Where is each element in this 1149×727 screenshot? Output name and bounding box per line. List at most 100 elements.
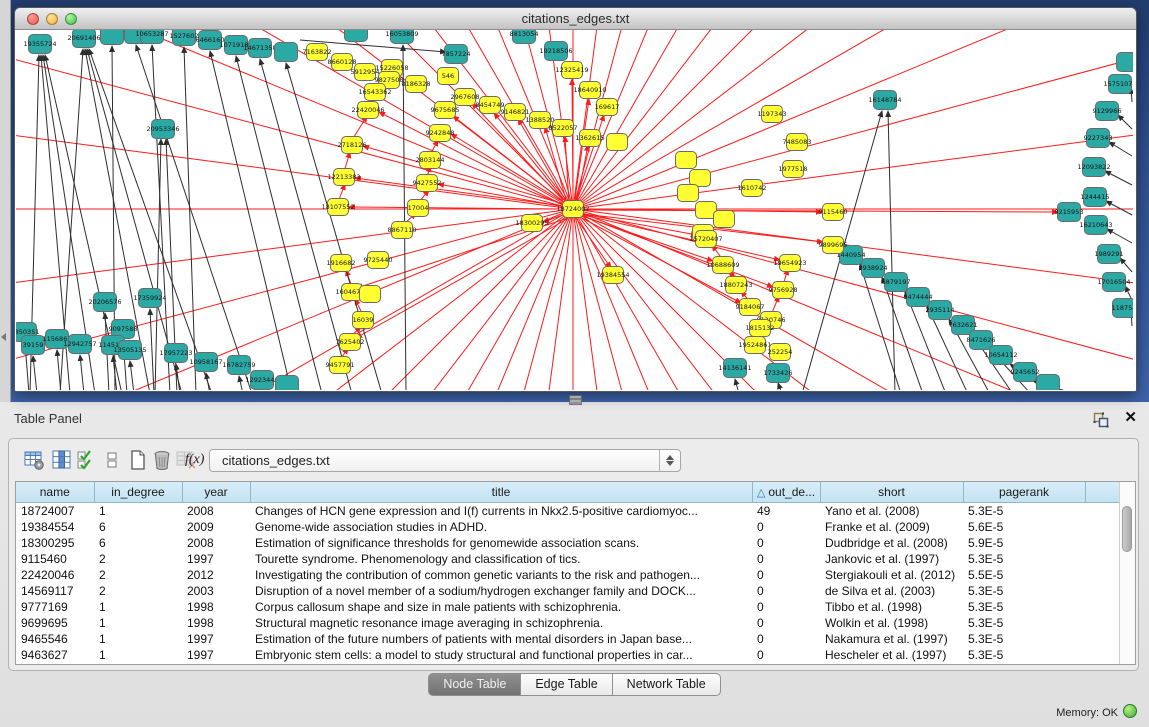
network-node[interactable]: 19218506	[539, 42, 572, 61]
network-node[interactable]: 17004	[408, 200, 429, 217]
column-header-name[interactable]: name	[16, 482, 94, 502]
table-cell[interactable]	[1085, 583, 1120, 599]
network-node[interactable]: 18807243	[719, 277, 752, 294]
network-node[interactable]	[101, 30, 124, 45]
table-row[interactable]: 946554611997Estimation of the future num…	[16, 631, 1120, 647]
network-node[interactable]: 22420046	[351, 102, 384, 119]
network-node[interactable]: 2803144	[416, 152, 445, 169]
network-node[interactable]: 1733426	[764, 364, 793, 383]
network-node[interactable]: 8938924	[859, 259, 888, 278]
table-cell[interactable]: 0	[752, 631, 820, 647]
network-node[interactable]: 10688609	[706, 257, 739, 274]
table-cell[interactable]: 1997	[182, 647, 250, 663]
table-cell[interactable]: Stergiakouli et al. (2012)	[820, 567, 963, 583]
window-title-bar[interactable]: citations_edges.txt	[15, 8, 1136, 30]
column-header-pagerank[interactable]: pagerank	[963, 482, 1085, 502]
network-node[interactable]: 9242848	[426, 125, 455, 142]
column-header-year[interactable]: year	[182, 482, 250, 502]
network-node[interactable]: 10958167	[189, 353, 222, 372]
table-cell[interactable]: Franke et al. (2009)	[820, 519, 963, 535]
table-cell[interactable]: 1	[94, 502, 182, 519]
table-row[interactable]: 969969511998Structural magnetic resonanc…	[16, 615, 1120, 631]
table-cell[interactable]: Dudbridge et al. (2008)	[820, 535, 963, 551]
network-node[interactable]: 10654112	[984, 346, 1017, 365]
table-cell[interactable]	[1085, 647, 1120, 663]
network-node[interactable]: 20691406	[67, 30, 100, 48]
table-cell[interactable]: 2009	[182, 519, 250, 535]
table-cell[interactable]: 1998	[182, 615, 250, 631]
table-cell[interactable]: 0	[752, 551, 820, 567]
network-node[interactable]: 8867110	[388, 222, 417, 239]
table-cell[interactable]: 18300295	[16, 535, 94, 551]
table-cell[interactable]	[1085, 567, 1120, 583]
network-node[interactable]: 1527602	[170, 30, 199, 46]
network-node[interactable]: 9725440	[364, 252, 393, 269]
table-cell[interactable]: 49	[752, 502, 820, 519]
network-node[interactable]: 17359924	[133, 289, 166, 308]
network-node[interactable]	[275, 43, 298, 62]
delete-button[interactable]	[151, 449, 173, 471]
network-node[interactable]: 12942757	[63, 335, 96, 354]
network-node[interactable]: 15751074	[1103, 75, 1133, 94]
table-cell[interactable]: 1	[94, 615, 182, 631]
table-cell[interactable]	[1085, 599, 1120, 615]
network-node[interactable]: 1815132	[746, 320, 775, 337]
table-row[interactable]: 1938455462009Genome-wide association stu…	[16, 519, 1120, 535]
citation-network-graph[interactable]: 1935572420691406106532871527602646616010…	[16, 30, 1133, 390]
table-cell[interactable]: Hescheler et al. (1997)	[820, 647, 963, 663]
table-cell[interactable]: 5.3E-5	[963, 631, 1085, 647]
table-cell[interactable]: Nakamura et al. (1997)	[820, 631, 963, 647]
network-node[interactable]: 9474444	[904, 288, 933, 307]
table-cell[interactable]: Corpus callosum shape and size in male p…	[250, 599, 752, 615]
table-cell[interactable]: 0	[752, 599, 820, 615]
table-cell[interactable]: 5.3E-5	[963, 599, 1085, 615]
network-node[interactable]: 9675685	[431, 102, 460, 119]
float-panel-button[interactable]	[1093, 412, 1109, 428]
network-node[interactable]: 546	[438, 68, 459, 85]
table-cell[interactable]	[1085, 615, 1120, 631]
table-cell[interactable]: 1	[94, 631, 182, 647]
table-cell[interactable]: 2003	[182, 583, 250, 599]
network-node[interactable]: 2935114	[926, 301, 955, 320]
table-scrollbar[interactable]	[1119, 482, 1135, 664]
table-cell[interactable]	[1085, 502, 1120, 519]
network-node[interactable]: 7625402	[336, 334, 365, 351]
network-node[interactable]	[714, 211, 735, 228]
network-node[interactable]: 17957223	[159, 344, 192, 363]
table-row[interactable]: 946362711997Embryonic stem cells: a mode…	[16, 647, 1120, 663]
network-node[interactable]: 7857224	[442, 45, 471, 64]
table-cell[interactable]	[1085, 631, 1120, 647]
network-node[interactable]: 9115460	[819, 204, 848, 221]
network-node[interactable]: 118753	[1112, 299, 1133, 318]
network-node[interactable]: 7485083	[783, 134, 812, 151]
network-node[interactable]: 9427552	[413, 175, 442, 192]
network-node[interactable]: 8186328	[402, 76, 431, 93]
table-cell[interactable]: Tourette syndrome. Phenomenology and cla…	[250, 551, 752, 567]
network-node[interactable]: 1916682	[327, 255, 356, 272]
network-node[interactable]	[360, 286, 381, 303]
network-node[interactable]: 14671358	[243, 39, 276, 58]
table-cell[interactable]: Investigating the contribution of common…	[250, 567, 752, 583]
sidebar-collapse-handle[interactable]	[0, 0, 11, 402]
network-node[interactable]	[607, 134, 628, 151]
column-checklist-button[interactable]	[75, 449, 97, 471]
table-cell[interactable]: 2008	[182, 535, 250, 551]
table-cell[interactable]: 1	[94, 647, 182, 663]
table-cell[interactable]: 5.9E-5	[963, 535, 1085, 551]
table-row[interactable]: 1830029562008Estimation of significance …	[16, 535, 1120, 551]
network-node[interactable]: 6879197	[882, 273, 911, 292]
network-node[interactable]	[345, 30, 368, 42]
network-node[interactable]: 1610742	[738, 180, 767, 197]
table-cell[interactable]: 2	[94, 551, 182, 567]
network-node[interactable]: 12325419	[555, 62, 588, 79]
network-node[interactable]: 18640910	[573, 82, 606, 99]
close-panel-button[interactable]: ✕	[1124, 410, 1137, 426]
tab-node-table[interactable]: Node Table	[428, 673, 521, 696]
network-node[interactable]: 9215953	[1055, 203, 1084, 222]
table-cell[interactable]: 5.3E-5	[963, 502, 1085, 519]
network-node[interactable]: 12213383	[327, 169, 360, 186]
column-header-out_de...[interactable]: △out_de...	[752, 482, 820, 502]
network-node[interactable]: 16782759	[222, 356, 255, 375]
table-cell[interactable]: Tibbo et al. (1998)	[820, 599, 963, 615]
table-cell[interactable]: 22420046	[16, 567, 94, 583]
